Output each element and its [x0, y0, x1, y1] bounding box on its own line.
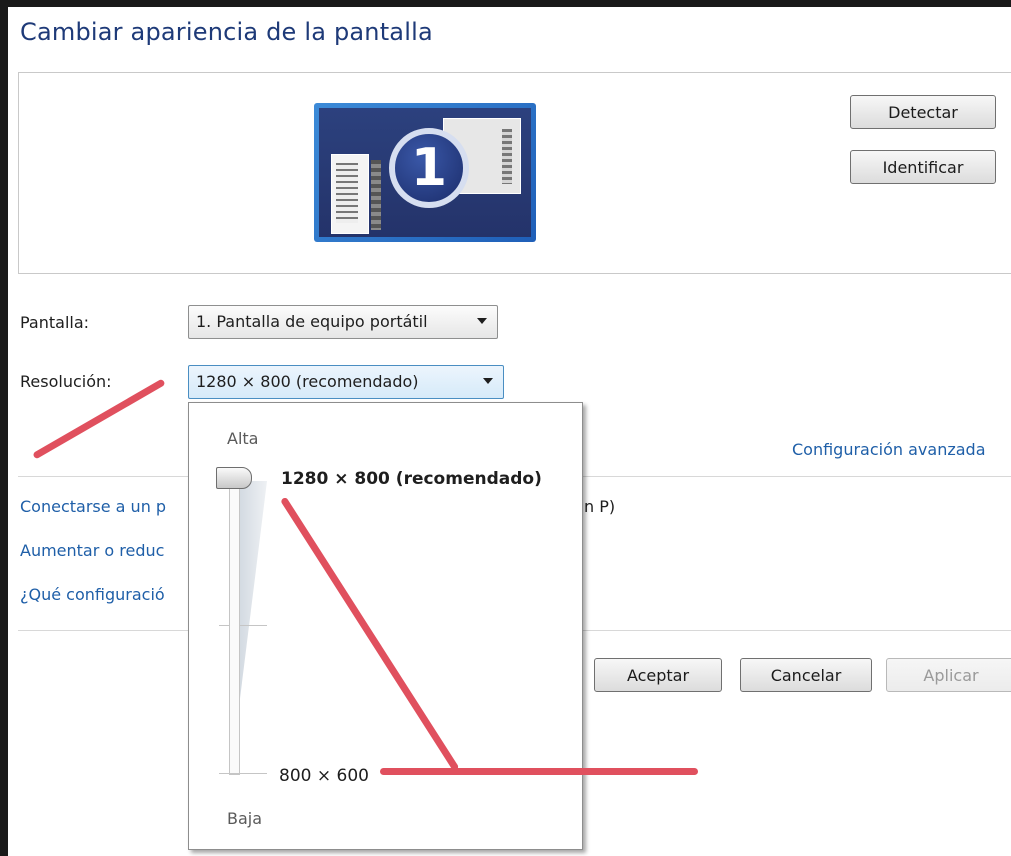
window-frame-top: [0, 0, 1011, 7]
monitor-screen: 1: [319, 108, 531, 237]
resolution-select[interactable]: 1280 × 800 (recomendado): [188, 365, 504, 399]
resolution-slider-track[interactable]: [229, 477, 240, 775]
detect-button[interactable]: Detectar: [850, 95, 996, 129]
monitor-icon[interactable]: 1: [314, 103, 536, 242]
chevron-down-icon: [483, 378, 493, 384]
monitor-number-badge: 1: [389, 128, 469, 208]
accept-button[interactable]: Aceptar: [594, 658, 722, 692]
apply-button[interactable]: Aplicar: [886, 658, 1011, 692]
low-label: Baja: [227, 809, 263, 828]
advanced-settings-link[interactable]: Configuración avanzada: [792, 440, 986, 459]
slider-tick: [239, 625, 267, 626]
resolution-option-min[interactable]: 800 × 600: [279, 766, 369, 786]
high-label: Alta: [227, 429, 259, 448]
slider-tick: [219, 773, 267, 774]
slider-tick: [219, 625, 229, 626]
page-title: Cambiar apariencia de la pantalla: [20, 18, 433, 46]
identify-button[interactable]: Identificar: [850, 150, 996, 184]
mini-bar-icon: [371, 160, 381, 230]
display-select-value: 1. Pantalla de equipo portátil: [196, 312, 428, 331]
resolution-label: Resolución:: [20, 372, 112, 391]
annotation-line: [380, 768, 698, 775]
connect-projector-link[interactable]: Conectarse a un p: [20, 497, 166, 516]
cancel-button[interactable]: Cancelar: [740, 658, 872, 692]
display-select[interactable]: 1. Pantalla de equipo portátil: [188, 305, 498, 339]
resolution-dropdown: Alta 1280 × 800 (recomendado) 800 × 600 …: [188, 402, 583, 850]
resolution-option-max[interactable]: 1280 × 800 (recomendado): [281, 469, 542, 489]
connect-projector-suffix: n P): [584, 497, 616, 516]
resize-text-link[interactable]: Aumentar o reduc: [20, 541, 164, 560]
resolution-slider-thumb[interactable]: [216, 467, 252, 489]
mini-window-icon: [331, 154, 369, 234]
chevron-down-icon: [477, 318, 487, 324]
which-settings-link[interactable]: ¿Qué configuració: [20, 585, 165, 604]
window-frame-left: [0, 0, 8, 856]
resolution-select-value: 1280 × 800 (recomendado): [196, 372, 419, 391]
display-label: Pantalla:: [20, 313, 90, 332]
